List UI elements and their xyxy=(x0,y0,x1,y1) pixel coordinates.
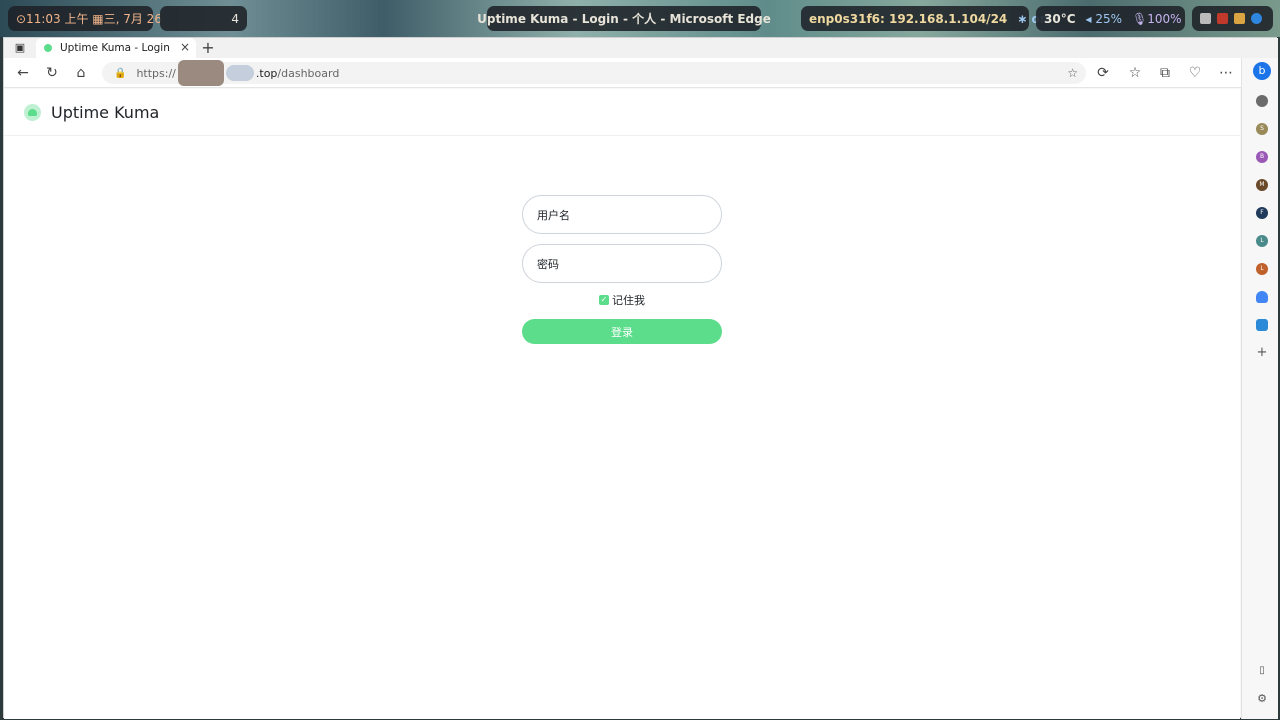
close-tab-icon[interactable]: × xyxy=(180,40,190,54)
browser-toolbar: ← ↻ ⌂ 🔒 https:// .top /dashboard ☆ ⟳ ☆ ⧉… xyxy=(4,58,1278,88)
window-title-widget: Uptime Kuma - Login - 个人 - Microsoft Edg… xyxy=(477,6,771,31)
reload-icon[interactable]: ↻ xyxy=(43,64,61,82)
settings-gear-icon[interactable]: ⚙ xyxy=(1256,693,1268,705)
send-icon[interactable] xyxy=(1256,319,1268,331)
url-path: /dashboard xyxy=(277,66,340,80)
login-button-label: 登录 xyxy=(611,325,633,339)
remember-checkbox[interactable]: ✓ xyxy=(599,295,609,305)
bing-copilot-icon[interactable]: b xyxy=(1253,62,1271,80)
collections-icon[interactable]: ⧉ xyxy=(1156,64,1174,82)
password-input[interactable]: 密码 xyxy=(522,244,722,283)
sidebar-app-icon[interactable]: L xyxy=(1256,263,1268,275)
uptime-kuma-logo-icon[interactable] xyxy=(24,103,41,121)
url-host: .top xyxy=(255,66,278,80)
page-viewport: Uptime Kuma 用户名 密码 ✓ 记住我 登录 xyxy=(4,89,1240,719)
tab-uptime-kuma[interactable]: Uptime Kuma - Login × xyxy=(36,38,196,58)
lock-icon[interactable]: 🔒 xyxy=(114,68,126,79)
sidebar-app-icon[interactable]: S xyxy=(1256,123,1268,135)
system-widget: 30°C ◂ 25% 🎙100% xyxy=(1036,6,1185,31)
app-header: Uptime Kuma xyxy=(4,89,1240,136)
window-title: Uptime Kuma - Login - 个人 - Microsoft Edg… xyxy=(477,12,771,26)
clock-widget[interactable]: ⊙11:03 上午 ▦三, 7月 26 xyxy=(8,6,162,31)
favicon-icon xyxy=(44,44,52,52)
sidebar-app-icon[interactable]: B xyxy=(1256,151,1268,163)
clock-text: ⊙11:03 上午 ▦三, 7月 26 xyxy=(16,12,162,26)
mic-control[interactable]: 🎙100% xyxy=(1132,12,1182,26)
username-input[interactable]: 用户名 xyxy=(522,195,722,234)
remember-label[interactable]: 记住我 xyxy=(612,292,645,308)
desktop-top-bar: ⊙11:03 上午 ▦三, 7月 26 4 Uptime Kuma - Logi… xyxy=(0,0,1280,37)
extensions-icon[interactable]: ⟳ xyxy=(1094,64,1112,82)
new-tab-button[interactable]: + xyxy=(200,38,216,58)
address-bar[interactable]: 🔒 https:// .top /dashboard ☆ xyxy=(102,60,1086,86)
hide-sidebar-icon[interactable]: ▯ xyxy=(1256,665,1268,677)
workspace-number: 4 xyxy=(231,11,239,26)
system-tray xyxy=(1192,6,1273,31)
browser-window: ▣ Uptime Kuma - Login × + ← ↻ ⌂ 🔒 https:… xyxy=(3,37,1278,719)
edge-tray-icon[interactable] xyxy=(1251,13,1262,24)
app-tray-icon[interactable] xyxy=(1217,13,1228,24)
add-sidebar-item-icon[interactable]: + xyxy=(1256,346,1268,359)
favorites-icon[interactable]: ☆ xyxy=(1126,64,1144,82)
cat-tray-icon[interactable] xyxy=(1234,13,1245,24)
tab-title: Uptime Kuma - Login xyxy=(60,42,170,54)
login-form: 用户名 密码 ✓ 记住我 登录 xyxy=(522,195,722,344)
workspace-widget[interactable]: 4 xyxy=(160,6,247,31)
password-placeholder: 密码 xyxy=(537,257,559,271)
login-button[interactable]: 登录 xyxy=(522,319,722,344)
sidebar-app-icon[interactable] xyxy=(1256,95,1268,107)
network-text: enp0s31f6: 192.168.1.104/24 xyxy=(809,11,1008,26)
brand-title[interactable]: Uptime Kuma xyxy=(51,103,159,122)
more-menu-icon[interactable]: ⋯ xyxy=(1217,64,1235,82)
add-favorite-icon[interactable]: ☆ xyxy=(1067,66,1078,80)
keyboard-tray-icon[interactable] xyxy=(1200,13,1211,24)
volume-control[interactable]: ◂ 25% xyxy=(1086,12,1123,26)
url-scheme: https:// xyxy=(136,66,176,80)
sidebar-app-icon[interactable]: M xyxy=(1256,179,1268,191)
network-widget[interactable]: enp0s31f6: 192.168.1.104/24 ∗ on xyxy=(801,6,1048,31)
back-icon[interactable]: ← xyxy=(14,64,32,82)
redacted-host-block xyxy=(225,65,254,81)
browser-essentials-icon[interactable]: ♡ xyxy=(1186,64,1204,82)
tab-strip: ▣ Uptime Kuma - Login × + xyxy=(4,38,1278,58)
edge-sidebar: b S B M F L L + ▯ ⚙ xyxy=(1241,58,1278,719)
temperature-text: 30°C xyxy=(1044,11,1076,26)
username-placeholder: 用户名 xyxy=(537,208,570,222)
home-icon[interactable]: ⌂ xyxy=(72,64,90,82)
cloud-icon[interactable] xyxy=(1256,291,1268,303)
redacted-host-block xyxy=(177,60,224,86)
remember-me[interactable]: ✓ 记住我 xyxy=(522,293,722,307)
sidebar-app-icon[interactable]: F xyxy=(1256,207,1268,219)
tab-actions-icon[interactable]: ▣ xyxy=(12,40,28,56)
sidebar-app-icon[interactable]: L xyxy=(1256,235,1268,247)
